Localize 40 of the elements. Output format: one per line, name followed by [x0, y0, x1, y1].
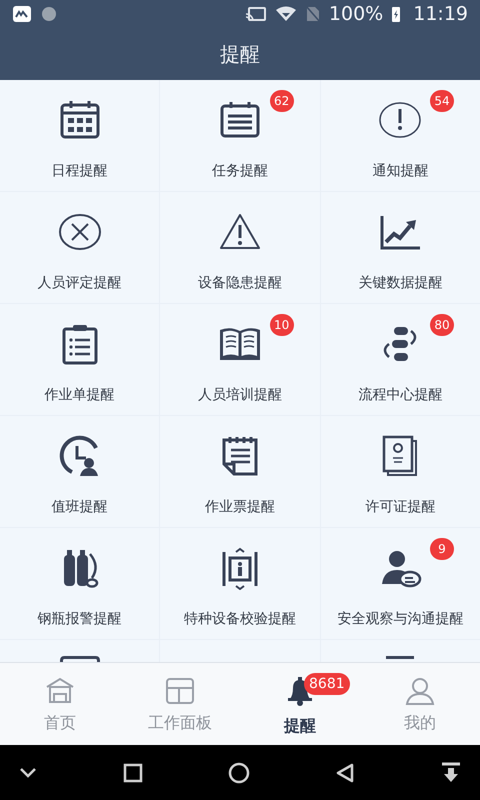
reminder-tile[interactable]: 设备隐患提醒 — [160, 192, 320, 303]
reminder-tile[interactable]: 关键数据提醒 — [320, 192, 480, 303]
count-badge: 9 — [430, 538, 454, 560]
chevron-down-icon — [18, 766, 38, 780]
screen-title: 提醒 — [220, 40, 260, 68]
reminder-tile[interactable]: 流程中心提醒 80 — [320, 304, 480, 415]
reminder-tile[interactable]: 日程提醒 — [0, 80, 160, 191]
bar-icon — [386, 656, 414, 659]
clock: 11:19 — [413, 3, 468, 25]
home-circle-icon — [228, 762, 250, 784]
reminder-tile[interactable]: 钢瓶报警提醒 — [0, 528, 160, 639]
reminder-tile[interactable]: 人员评定提醒 — [0, 192, 160, 303]
cast-icon — [244, 5, 267, 23]
dashboard-icon — [164, 675, 196, 707]
reminder-tile[interactable]: 任务提醒 62 — [160, 80, 320, 191]
count-badge: 80 — [430, 314, 454, 336]
frame-icon — [60, 656, 100, 662]
reminder-tile[interactable]: 通知提醒 54 — [320, 80, 480, 191]
app-icon — [12, 5, 32, 23]
download-icon — [440, 762, 462, 784]
reminder-tile[interactable]: 作业票提醒 — [160, 416, 320, 527]
reminder-tile[interactable]: 人员培训提醒 10 — [160, 304, 320, 415]
recents-icon — [123, 762, 143, 782]
wifi-icon — [274, 5, 297, 23]
no-sim-icon — [304, 5, 321, 23]
count-badge: 10 — [270, 314, 294, 336]
reminder-tile[interactable]: 值班提醒 — [0, 416, 160, 527]
count-badge: 54 — [430, 90, 454, 112]
count-badge: 8681 — [304, 673, 350, 695]
back-icon — [335, 762, 355, 782]
battery-icon — [391, 5, 402, 23]
reminder-tile[interactable]: 安全观察与沟通提醒 9 — [320, 528, 480, 639]
count-badge: 62 — [270, 90, 294, 112]
battery-percent: 100% — [328, 3, 384, 25]
reminder-tile[interactable]: 作业单提醒 — [0, 304, 160, 415]
reminder-tile[interactable]: 特种设备校验提醒 — [160, 528, 320, 639]
nav-tab[interactable]: 8681 提醒 — [240, 663, 360, 745]
reminder-tile[interactable]: 许可证提醒 — [320, 416, 480, 527]
person-icon — [404, 675, 436, 707]
circle-icon — [40, 5, 58, 23]
